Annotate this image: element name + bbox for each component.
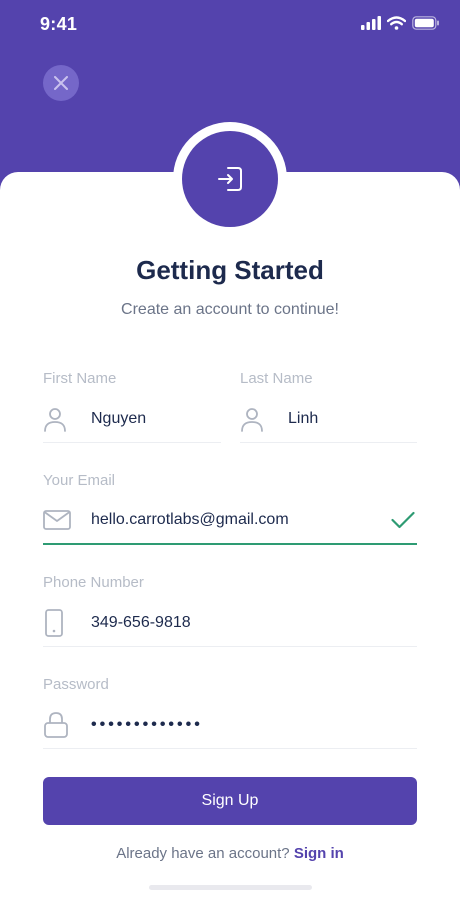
user-icon (241, 407, 263, 432)
signal-icon (361, 16, 381, 30)
email-label: Your Email (43, 472, 115, 489)
sign-in-row: Already have an account? Sign in (0, 845, 460, 862)
sign-in-prompt: Already have an account? (116, 845, 290, 862)
first-name-value: Nguyen (91, 409, 147, 427)
password-field[interactable]: ••••••••••••• (43, 701, 417, 749)
password-value: ••••••••••••• (91, 715, 203, 733)
email-value: hello.carrotlabs@gmail.com (91, 511, 289, 528)
home-indicator (149, 885, 312, 890)
close-button[interactable] (43, 65, 79, 101)
sign-in-link[interactable]: Sign in (294, 845, 344, 862)
last-name-field[interactable]: Linh (240, 395, 417, 443)
page-title: Getting Started (136, 255, 324, 285)
status-icons (361, 16, 440, 30)
phone-field[interactable]: 349-656-9818 (43, 599, 417, 647)
page-subtitle: Create an account to continue! (121, 301, 339, 318)
status-bar: 9:41 (0, 0, 460, 50)
status-time: 9:41 (40, 14, 78, 34)
phone-label: Phone Number (43, 574, 144, 591)
phone-icon (45, 608, 63, 637)
wifi-icon (387, 16, 406, 30)
close-icon (54, 76, 68, 90)
first-name-label: First Name (43, 370, 117, 387)
last-name-label: Last Name (240, 370, 313, 387)
last-name-value: Linh (288, 409, 319, 427)
user-icon (44, 407, 66, 432)
mail-icon (43, 510, 71, 530)
login-badge (182, 131, 278, 227)
phone-value: 349-656-9818 (91, 613, 191, 631)
login-icon (218, 167, 242, 191)
sign-up-button[interactable]: Sign Up (43, 777, 417, 825)
email-field[interactable]: hello.carrotlabs@gmail.com (43, 497, 417, 545)
check-icon (391, 511, 415, 529)
password-label: Password (43, 676, 109, 693)
first-name-field[interactable]: Nguyen (43, 395, 221, 443)
lock-icon (44, 711, 68, 738)
battery-icon (412, 16, 439, 30)
